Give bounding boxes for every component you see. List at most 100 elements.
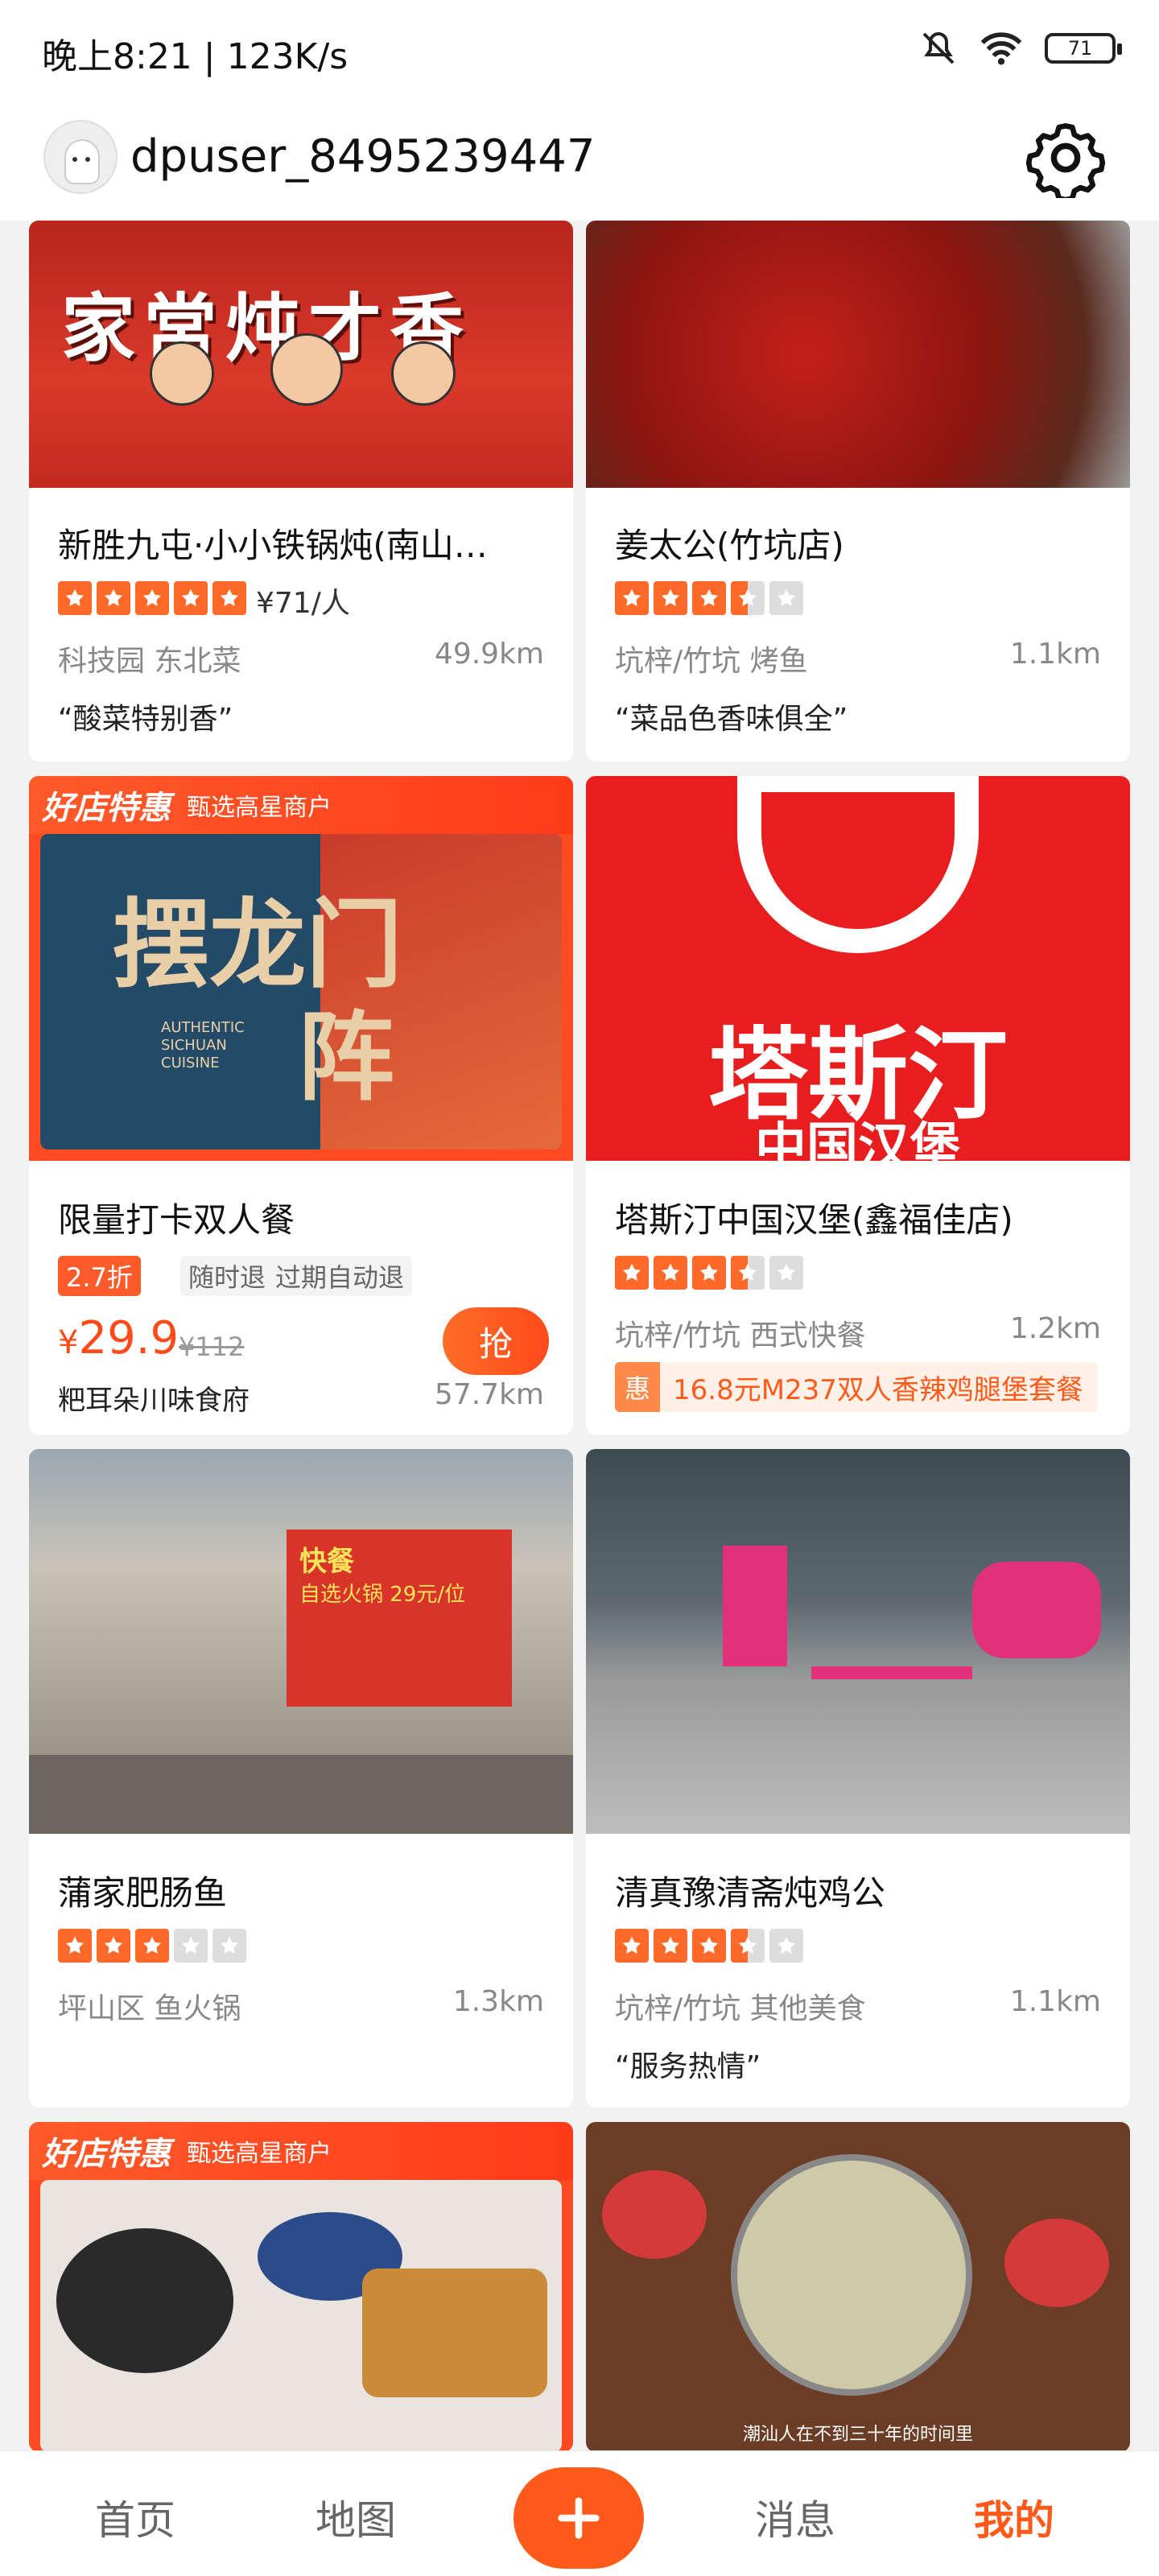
star-icon xyxy=(615,581,649,615)
card-distance: 1.1km xyxy=(1009,1985,1101,2018)
tab-messages[interactable]: 消息 xyxy=(755,2488,835,2546)
card-image xyxy=(586,1449,1130,1834)
card-area: 科技园 东北菜 xyxy=(58,645,241,678)
status-icons: 71 xyxy=(919,29,1122,68)
grab-button[interactable]: 抢 xyxy=(443,1307,549,1375)
star-icon xyxy=(654,581,687,615)
mute-icon xyxy=(922,31,955,64)
star-icon xyxy=(97,581,130,615)
star-icon xyxy=(615,1256,649,1290)
star-icon xyxy=(654,1929,687,1963)
card-image: 快餐 自选火锅 29元/位 xyxy=(29,1449,573,1834)
card-image: 家常炖才香 xyxy=(29,221,573,488)
star-icon xyxy=(731,1929,765,1963)
promo-banner: 好店特惠 甄选高星商户 xyxy=(29,2122,573,2180)
avatar[interactable] xyxy=(43,120,118,194)
card-image-text: 快餐 xyxy=(299,1546,354,1578)
banner-title: 好店特惠 xyxy=(42,790,171,827)
promo-icon: 惠 xyxy=(615,1362,660,1412)
card-image xyxy=(586,221,1130,488)
card-title: 姜太公(竹坑店) xyxy=(615,526,844,565)
promo-strip[interactable]: 惠 16.8元M237双人香辣鸡腿堡套餐 xyxy=(615,1362,1098,1412)
card-distance: 1.2km xyxy=(1009,1312,1101,1345)
auto-refund-tag: 过期自动退 xyxy=(267,1256,413,1296)
shop-name: 粑耳朵川味食府 xyxy=(58,1385,250,1417)
card-image-text: 自选火锅 29元/位 xyxy=(299,1583,466,1607)
star-icon xyxy=(769,581,803,615)
star-icon xyxy=(212,1929,246,1963)
star-icon xyxy=(174,1929,208,1963)
status-bar: 晚上8:21 | 123K/s 71 xyxy=(0,0,1159,100)
profile-header: dpuser_8495239447 xyxy=(0,100,1159,221)
tab-map[interactable]: 地图 xyxy=(316,2488,396,2546)
card-quote: “服务热情” xyxy=(615,2050,761,2083)
feed-card[interactable]: 清真豫清斋炖鸡公 坑梓/竹坑 其他美食 1.1km “服务热情” xyxy=(586,1449,1130,2107)
card-distance: 49.9km xyxy=(434,638,544,671)
rating-stars xyxy=(58,1929,246,1963)
star-icon xyxy=(97,1929,130,1963)
battery-icon: 71 xyxy=(1045,33,1122,64)
card-image-text: 阵 xyxy=(298,1002,394,1114)
star-icon xyxy=(58,581,92,615)
username: dpuser_8495239447 xyxy=(130,130,596,183)
banner-subtitle: 甄选高星商户 xyxy=(187,2140,332,2168)
discount-tag: 2.7折 xyxy=(58,1256,141,1296)
card-image: 潮汕人在不到三十年的时间里 xyxy=(586,2122,1130,2452)
rating-stars xyxy=(58,581,246,615)
star-icon xyxy=(769,1929,803,1963)
deal-card[interactable]: 好店特惠 甄选高星商户 xyxy=(29,2122,573,2452)
promo-banner: 好店特惠 甄选高星商户 xyxy=(29,776,573,834)
feed-card[interactable]: 潮汕人在不到三十年的时间里 xyxy=(586,2122,1130,2452)
bottom-tab-bar: 首页 地图 消息 我的 xyxy=(0,2450,1159,2576)
star-icon xyxy=(692,1256,726,1290)
feed-card[interactable]: 家常炖才香 新胜九屯·小小铁锅炖(南山… ¥71/人 科技园 东北菜 49.9k… xyxy=(29,221,573,762)
card-title: 清真豫清斋炖鸡公 xyxy=(615,1873,886,1913)
card-distance: 1.1km xyxy=(1009,638,1101,671)
tab-mine[interactable]: 我的 xyxy=(974,2488,1054,2546)
card-area: 坑梓/竹坑 其他美食 xyxy=(615,1992,866,2025)
feed-card[interactable]: 塔斯汀 中国汉堡 塔斯汀中国汉堡(鑫福佳店) 坑梓/竹坑 西式快餐 1.2km … xyxy=(586,776,1130,1435)
promo-text: 16.8元M237双人香辣鸡腿堡套餐 xyxy=(673,1373,1083,1406)
card-image-text: 潮汕人在不到三十年的时间里 xyxy=(742,2425,973,2445)
star-icon xyxy=(174,581,208,615)
star-icon xyxy=(731,1256,765,1290)
star-icon xyxy=(615,1929,649,1963)
rating-stars xyxy=(615,581,803,615)
star-icon xyxy=(731,581,765,615)
card-area: 坑梓/竹坑 烤鱼 xyxy=(615,645,808,678)
card-image-text: 中国汉堡 xyxy=(755,1118,961,1161)
deal-card[interactable]: 摆龙门 阵 AUTHENTIC SICHUAN CUISINE 好店特惠 甄选高… xyxy=(29,776,573,1435)
card-distance: 57.7km xyxy=(434,1378,544,1411)
card-image: 塔斯汀 中国汉堡 xyxy=(586,776,1130,1161)
card-area: 坪山区 鱼火锅 xyxy=(58,1992,241,2025)
status-time: 晚上8:21 | 123K/s xyxy=(42,36,349,77)
card-title: 限量打卡双人餐 xyxy=(58,1200,295,1240)
card-image-subtext: AUTHENTIC SICHUAN CUISINE xyxy=(161,1019,245,1071)
feed-card[interactable]: 姜太公(竹坑店) 坑梓/竹坑 烤鱼 1.1km “菜品色香味俱全” xyxy=(586,221,1130,762)
rating-stars xyxy=(615,1256,803,1290)
star-icon xyxy=(654,1256,687,1290)
add-button[interactable] xyxy=(514,2467,644,2569)
card-area: 坑梓/竹坑 西式快餐 xyxy=(615,1319,866,1352)
star-icon xyxy=(692,1929,726,1963)
refund-tag: 随时退 xyxy=(180,1256,274,1296)
star-icon xyxy=(58,1929,92,1963)
star-icon xyxy=(135,1929,169,1963)
card-title: 塔斯汀中国汉堡(鑫福佳店) xyxy=(615,1200,1013,1240)
card-distance: 1.3km xyxy=(452,1985,544,2018)
wifi-icon xyxy=(980,32,1022,65)
card-quote: “菜品色香味俱全” xyxy=(615,703,848,736)
rating-stars xyxy=(615,1929,803,1963)
card-title: 新胜九屯·小小铁锅炖(南山… xyxy=(58,526,488,565)
star-icon xyxy=(769,1256,803,1290)
banner-title: 好店特惠 xyxy=(42,2136,171,2173)
card-title: 蒲家肥肠鱼 xyxy=(58,1873,228,1913)
star-icon xyxy=(135,581,169,615)
feed-card[interactable]: 快餐 自选火锅 29元/位 蒲家肥肠鱼 坪山区 鱼火锅 1.3km xyxy=(29,1449,573,2107)
plus-icon xyxy=(558,2497,600,2539)
gear-icon[interactable] xyxy=(1025,118,1106,198)
original-price: ¥112 xyxy=(179,1331,245,1362)
card-quote: “酸菜特别香” xyxy=(58,703,233,736)
tab-home[interactable]: 首页 xyxy=(95,2488,175,2546)
deal-price: ¥29.9 xyxy=(58,1312,179,1364)
